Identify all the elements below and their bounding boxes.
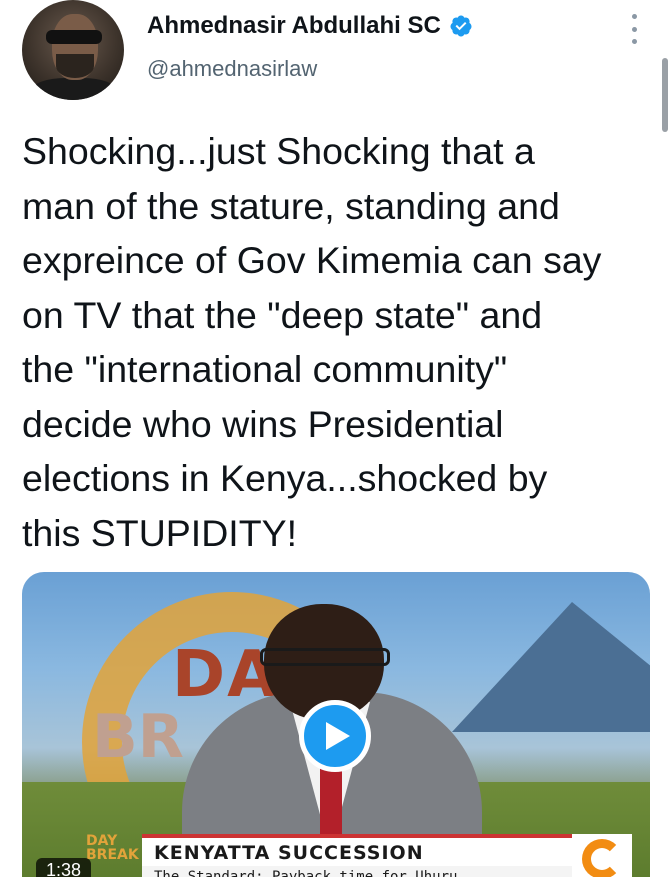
avatar[interactable] <box>22 0 124 100</box>
video-duration: 1:38 <box>36 858 92 877</box>
video-player[interactable]: DA BR DAY BREAK KENYATTA SUCCESSION The … <box>22 572 650 877</box>
avatar-beard <box>56 54 94 78</box>
play-button[interactable] <box>299 700 371 772</box>
avatar-glasses <box>46 30 102 44</box>
more-dot <box>631 39 637 44</box>
lower-third-title: KENYATTA SUCCESSION <box>154 842 424 864</box>
more-dot <box>631 14 637 19</box>
tweet-text: Shocking...just Shocking that a man of t… <box>22 130 602 554</box>
verified-badge-icon <box>450 15 472 37</box>
display-name[interactable]: Ahmednasir Abdullahi SC <box>147 12 441 40</box>
play-icon <box>326 722 350 750</box>
mountain-graphic <box>452 602 650 732</box>
show-logo-bottom: BR <box>92 702 184 772</box>
scrollbar[interactable] <box>662 58 668 132</box>
handle[interactable]: @ahmednasirlaw <box>147 56 317 82</box>
more-options-icon[interactable] <box>624 14 644 44</box>
name-row: Ahmednasir Abdullahi SC <box>147 12 473 40</box>
lower-third-subtitle: The Standard: Payback time for Uhuru <box>142 866 572 877</box>
more-dot <box>631 26 637 32</box>
lower-third: KENYATTA SUCCESSION The Standard: Paybac… <box>142 834 572 877</box>
tweet-header: Ahmednasir Abdullahi SC @ahmednasirlaw <box>0 0 672 110</box>
presenter-glasses <box>260 648 390 666</box>
channel-logo-icon <box>572 834 632 877</box>
avatar-shirt <box>32 78 116 100</box>
show-badge: DAY BREAK <box>86 833 139 863</box>
